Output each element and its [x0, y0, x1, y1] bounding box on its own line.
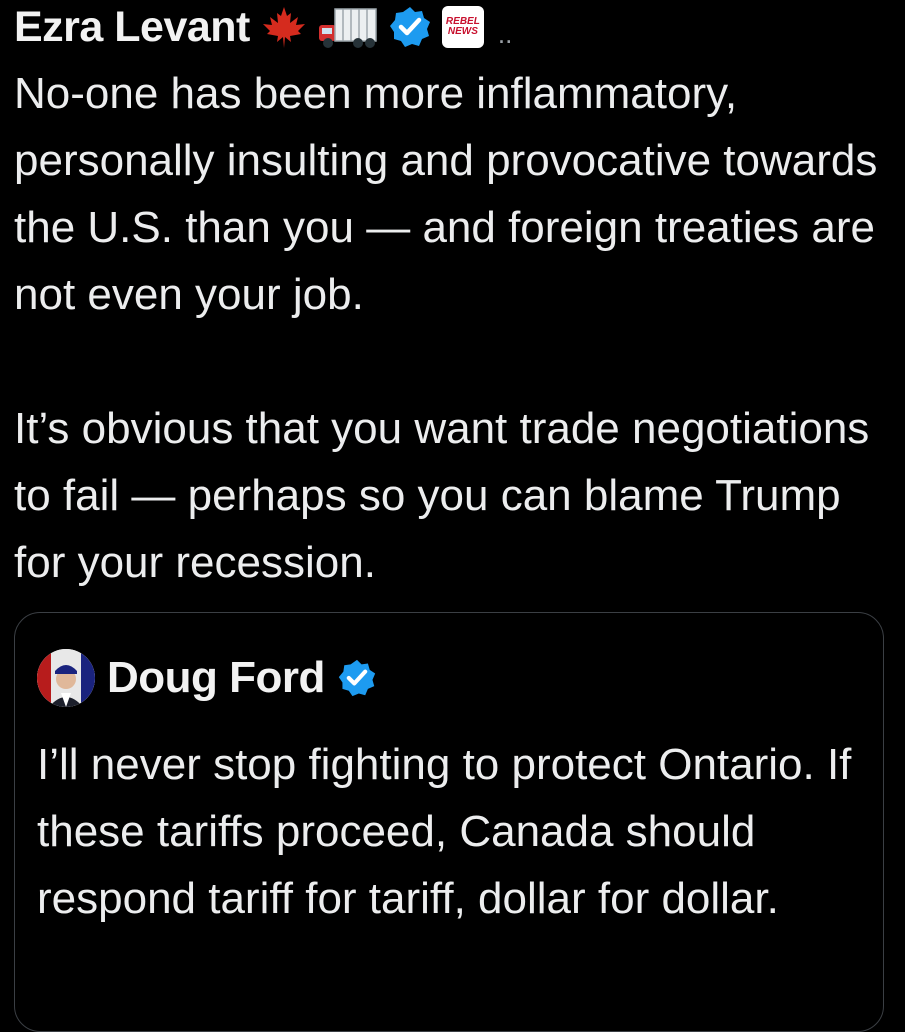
avatar[interactable] [37, 649, 95, 707]
verified-icon [389, 7, 430, 47]
handle-truncation: .. [497, 18, 513, 49]
tweet-paragraph: No-one has been more inflammatory, perso… [14, 69, 878, 319]
quoted-tweet-text: I’ll never stop fighting to protect Onta… [37, 740, 852, 923]
maple-leaf-icon [262, 7, 305, 48]
rebel-logo-line2: NEWS [447, 26, 478, 37]
tweet-header: Ezra Levant REBEL NEWS .. [14, 0, 512, 54]
rebel-news-logo: REBEL NEWS [441, 6, 484, 48]
quoted-tweet-card[interactable]: Doug Ford I’ll never stop fighting to pr… [14, 612, 884, 1032]
tweet-text: No-one has been more inflammatory, perso… [14, 60, 884, 596]
quoted-tweet-header: Doug Ford [37, 649, 377, 707]
tweet-paragraph: It’s obvious that you want trade negotia… [14, 404, 870, 587]
quoted-author-name[interactable]: Doug Ford [107, 653, 325, 703]
truck-icon [318, 8, 377, 48]
redacted-handle [410, 651, 840, 713]
author-name[interactable]: Ezra Levant [14, 3, 250, 52]
verified-icon [338, 659, 376, 697]
redacted-handle [565, 4, 865, 46]
